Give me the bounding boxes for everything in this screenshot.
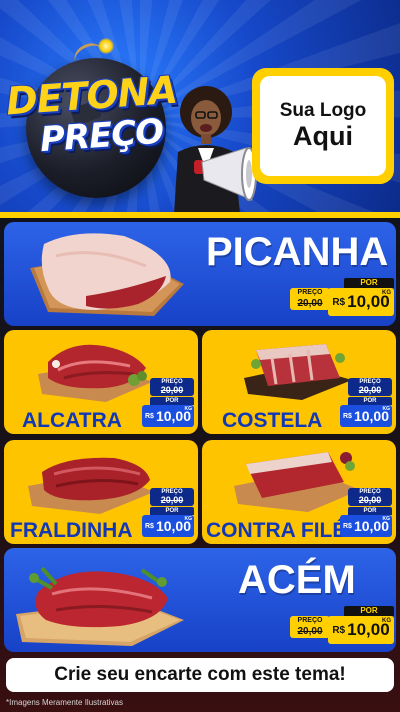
price-tag: POR PREÇO 20,00 R$ 10,00 KG [290, 278, 394, 318]
now-label: POR [150, 507, 194, 515]
picanha-image [30, 233, 184, 316]
price-tag: PREÇO 20,00 POR R$ 10,00 KG [340, 378, 392, 428]
product-name: COSTELA [222, 409, 323, 432]
now-label: POR [348, 397, 392, 405]
product-name: PICANHA [206, 230, 389, 274]
fraldinha-image [28, 457, 154, 514]
old-price-box: PREÇO 20,00 [150, 378, 194, 396]
unit: KG [184, 406, 193, 412]
product-card-costela: COSTELA PREÇO 20,00 POR R$ 10,00 KG [202, 330, 396, 434]
logo-placeholder: Sua Logo Aqui [252, 68, 394, 184]
new-price-box: R$ 10,00 KG [340, 515, 392, 537]
product-card-fraldinha: FRALDINHA PREÇO 20,00 POR R$ 10,00 KG [4, 440, 198, 544]
price-tag: POR PREÇO 20,00 R$ 10,00 KG [290, 606, 394, 646]
currency: R$ [332, 296, 346, 308]
old-price-box: PREÇO 20,00 [348, 378, 392, 396]
product-name: CONTRA FILÉ [206, 519, 347, 542]
old-price-box: PREÇO 20,00 [290, 288, 330, 310]
old-price-label: PREÇO [297, 617, 323, 624]
unit: KG [382, 516, 391, 522]
unit: KG [382, 290, 391, 296]
old-price: 20,00 [297, 298, 323, 309]
new-price-box: R$ 10,00 KG [340, 405, 392, 427]
new-price-box: R$ 10,00 KG [328, 288, 394, 316]
unit: KG [382, 618, 391, 624]
product-name: ALCATRA [22, 409, 122, 432]
now-label: POR [344, 606, 394, 616]
old-price-box: PREÇO 20,00 [348, 488, 392, 506]
new-price-box: R$ 10,00 KG [142, 515, 194, 537]
title-preco: PREÇO [38, 111, 165, 161]
cta-banner[interactable]: Crie seu encarte com este tema! [6, 658, 394, 692]
new-price-box: R$ 10,00 KG [142, 405, 194, 427]
product-name: FRALDINHA [10, 519, 133, 542]
costela-image [244, 344, 352, 400]
old-price: 20,00 [358, 385, 382, 395]
unit: KG [184, 516, 193, 522]
price-tag: PREÇO 20,00 POR R$ 10,00 KG [142, 378, 194, 428]
currency: R$ [343, 522, 352, 530]
product-name: ACÉM [238, 558, 356, 602]
price-tag: PREÇO 20,00 POR R$ 10,00 KG [340, 488, 392, 538]
logo-text-line1: Sua Logo [279, 100, 367, 122]
product-card-acem: ACÉM POR PREÇO 20,00 R$ 10,00 KG [4, 548, 396, 652]
bomb-spark [98, 38, 114, 54]
price-tag: PREÇO 20,00 POR R$ 10,00 KG [142, 488, 194, 538]
alcatra-image [38, 344, 152, 402]
woman-with-megaphone [174, 86, 257, 214]
old-price-box: PREÇO 20,00 [150, 488, 194, 506]
currency: R$ [145, 522, 154, 530]
acem-image [16, 566, 184, 646]
old-price: 20,00 [160, 495, 184, 505]
old-price: 20,00 [297, 626, 323, 637]
disclaimer: *Imagens Meramente Ilustrativas [6, 698, 123, 707]
now-label: POR [344, 278, 394, 288]
currency: R$ [343, 412, 352, 420]
now-label: POR [150, 397, 194, 405]
old-price-label: PREÇO [297, 289, 323, 296]
now-label: POR [348, 507, 392, 515]
unit: KG [382, 406, 391, 412]
currency: R$ [145, 412, 154, 420]
old-price-box: PREÇO 20,00 [290, 616, 330, 638]
product-card-contra-file: CONTRA FILÉ PREÇO 20,00 POR R$ 10,00 KG [202, 440, 396, 544]
product-card-picanha: PICANHA POR PREÇO 20,00 R$ 10,00 KG [4, 222, 396, 326]
new-price-box: R$ 10,00 KG [328, 616, 394, 644]
old-price: 20,00 [160, 385, 184, 395]
old-price: 20,00 [358, 495, 382, 505]
logo-text-line2: Aqui [293, 121, 353, 152]
product-card-alcatra: ALCATRA PREÇO 20,00 POR R$ 10,00 KG [4, 330, 198, 434]
currency: R$ [332, 624, 346, 636]
hero-banner: DETONA PREÇO Sua Logo Aqui [0, 0, 400, 214]
